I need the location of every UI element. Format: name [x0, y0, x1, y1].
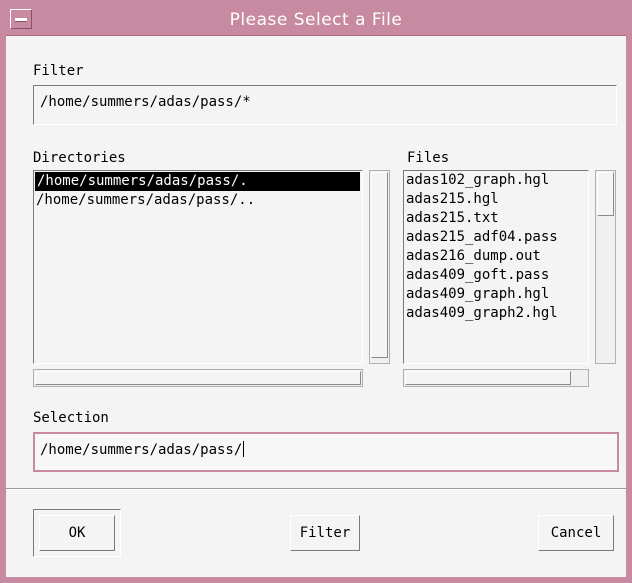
- directory-item-current[interactable]: /home/summers/adas/pass/.: [35, 172, 360, 191]
- file-item[interactable]: adas409_graph2.hgl: [404, 304, 588, 323]
- selection-label: Selection: [33, 410, 109, 426]
- filter-input[interactable]: /home/summers/adas/pass/*: [33, 85, 617, 125]
- file-selection-dialog: Please Select a File Filter /home/summer…: [0, 0, 632, 583]
- file-item[interactable]: adas409_graph.hgl: [404, 285, 588, 304]
- cancel-button[interactable]: Cancel: [538, 515, 614, 551]
- selection-input[interactable]: /home/summers/adas/pass/: [33, 432, 619, 472]
- files-horizontal-scrollbar[interactable]: [403, 369, 589, 387]
- title-bar[interactable]: Please Select a File: [6, 5, 626, 36]
- files-label: Files: [407, 150, 450, 166]
- directories-label: Directories: [33, 150, 126, 166]
- directories-list[interactable]: /home/summers/adas/pass/. /home/summers/…: [33, 170, 363, 364]
- selection-text: /home/summers/adas/pass/: [40, 442, 243, 458]
- text-cursor: [243, 441, 245, 457]
- file-item[interactable]: adas216_dump.out: [404, 247, 588, 266]
- filter-button[interactable]: Filter: [290, 515, 360, 551]
- file-item[interactable]: adas102_graph.hgl: [404, 171, 588, 190]
- button-area-separator: [6, 488, 626, 490]
- files-horizontal-scroll-thumb[interactable]: [405, 371, 571, 385]
- directory-item-parent[interactable]: /home/summers/adas/pass/..: [34, 191, 362, 210]
- directories-horizontal-scroll-thumb[interactable]: [35, 371, 361, 385]
- files-list[interactable]: adas102_graph.hgl adas215.hgl adas215.tx…: [403, 170, 589, 364]
- files-vertical-scroll-thumb[interactable]: [597, 172, 614, 216]
- window-title: Please Select a File: [229, 10, 403, 30]
- filter-label: Filter: [33, 63, 84, 79]
- ok-button[interactable]: OK: [39, 515, 115, 551]
- files-vertical-scrollbar[interactable]: [595, 170, 616, 364]
- filter-text: /home/summers/adas/pass/*: [40, 94, 251, 110]
- directories-horizontal-scrollbar[interactable]: [33, 369, 363, 387]
- file-item[interactable]: adas215_adf04.pass: [404, 228, 588, 247]
- file-item[interactable]: adas409_goft.pass: [404, 266, 588, 285]
- directories-vertical-scroll-thumb[interactable]: [371, 172, 388, 358]
- file-item[interactable]: adas215.txt: [404, 209, 588, 228]
- directories-vertical-scrollbar[interactable]: [369, 170, 390, 364]
- file-item[interactable]: adas215.hgl: [404, 190, 588, 209]
